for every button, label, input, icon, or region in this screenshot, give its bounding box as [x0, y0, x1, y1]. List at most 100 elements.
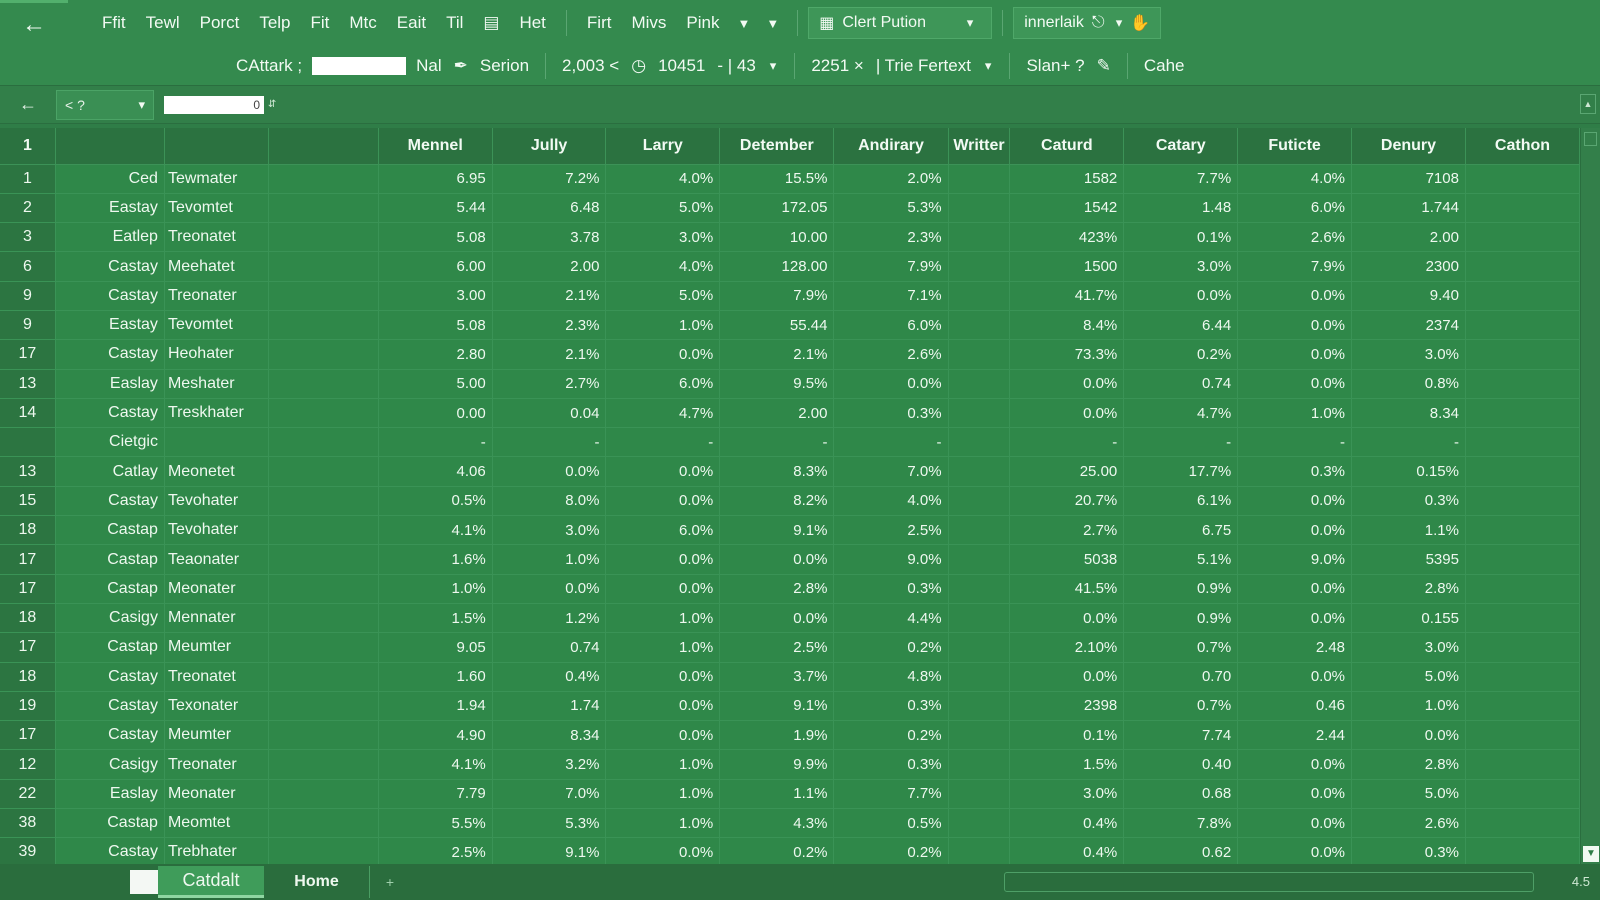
cell-empty[interactable] — [268, 515, 379, 546]
cell-empty[interactable] — [268, 632, 379, 663]
cell-value[interactable]: 5.08 — [378, 310, 493, 341]
cell-empty[interactable] — [268, 251, 379, 282]
cell-name[interactable]: Meumter — [164, 720, 269, 751]
cell-value[interactable]: - — [1351, 427, 1466, 458]
cell-value[interactable]: 1.0% — [605, 779, 721, 810]
cell-value[interactable]: 0.15% — [1351, 456, 1466, 487]
menu-item-het[interactable]: Het — [509, 13, 555, 33]
cell-value[interactable]: 0.0% — [605, 691, 721, 722]
row-header[interactable]: 1 — [0, 164, 56, 194]
cell-value[interactable]: 1.0% — [1237, 398, 1353, 429]
cell-value[interactable] — [1465, 515, 1580, 546]
cell-value[interactable]: 2.48 — [1237, 632, 1353, 663]
cell-value[interactable]: 6.0% — [1237, 193, 1353, 224]
chevron-down-icon[interactable]: ▼ — [730, 16, 759, 31]
cell-value[interactable]: 2.00 — [492, 251, 607, 282]
back-arrow-icon[interactable]: ← — [0, 0, 68, 46]
cell-value[interactable]: 7.9% — [1237, 251, 1353, 282]
cell-value[interactable]: 2.6% — [1237, 222, 1353, 253]
cell-value[interactable]: 0.3% — [833, 691, 949, 722]
cell-value[interactable]: 2.5% — [378, 837, 493, 864]
cell-value[interactable]: 2300 — [1351, 251, 1466, 282]
column-header-writter[interactable]: Writter — [948, 128, 1011, 165]
cell-value[interactable]: 0.0% — [1237, 310, 1353, 341]
cell-value[interactable]: 3.0% — [1351, 339, 1466, 370]
cell-name[interactable]: Meehatet — [164, 251, 269, 282]
cell-empty[interactable] — [268, 281, 379, 311]
cell-value[interactable]: 3.0% — [1351, 632, 1466, 663]
cell-value[interactable]: 2.00 — [1351, 222, 1466, 253]
cell-value[interactable]: 1.0% — [605, 749, 721, 780]
cell-category[interactable]: Castay — [55, 281, 165, 311]
cell-value[interactable] — [948, 691, 1011, 722]
cell-value[interactable]: 3.2% — [492, 749, 607, 780]
chevron-down-icon[interactable]: ▾ — [977, 58, 1000, 74]
cell-value[interactable]: 9.1% — [719, 691, 835, 722]
cell-name[interactable]: Meshater — [164, 369, 269, 399]
cell-value[interactable]: 1.1% — [1351, 515, 1466, 546]
menu-item-mtc[interactable]: Mtc — [339, 13, 386, 33]
cell-value[interactable]: 3.0% — [605, 222, 721, 253]
menu-item-porct[interactable]: Porct — [190, 13, 250, 33]
cell-value[interactable]: 7.2% — [492, 164, 607, 194]
cell-value[interactable]: 73.3% — [1009, 339, 1125, 370]
cell-value[interactable] — [1465, 603, 1580, 634]
cell-value[interactable]: 4.7% — [605, 398, 721, 429]
cell-value[interactable]: 1.9% — [719, 720, 835, 751]
column-header-jully[interactable]: Jully — [492, 128, 607, 165]
cell-value[interactable] — [1465, 281, 1580, 311]
cell-value[interactable] — [948, 837, 1011, 864]
cell-value[interactable]: 0.0% — [492, 456, 607, 487]
row-header[interactable]: 19 — [0, 691, 56, 722]
cell-value[interactable]: 0.0% — [1237, 339, 1353, 370]
cell-value[interactable] — [948, 369, 1011, 399]
column-header-andirary[interactable]: Andirary — [833, 128, 949, 165]
cell-name[interactable]: Meumter — [164, 632, 269, 663]
cell-value[interactable]: 4.0% — [833, 486, 949, 517]
cell-value[interactable]: 25.00 — [1009, 456, 1125, 487]
cell-value[interactable]: 2.00 — [719, 398, 835, 429]
pencil-icon[interactable]: ✒ — [448, 56, 474, 76]
column-header-futicte[interactable]: Futicte — [1237, 128, 1353, 165]
cell-value[interactable]: 7108 — [1351, 164, 1466, 194]
cell-empty[interactable] — [268, 749, 379, 780]
cell-category[interactable]: Catlay — [55, 456, 165, 487]
scroll-thumb[interactable] — [1584, 132, 1597, 146]
cell-value[interactable]: 0.4% — [1009, 808, 1125, 839]
column-header-mennel[interactable]: Mennel — [378, 128, 493, 165]
cell-value[interactable]: 0.70 — [1123, 662, 1239, 692]
insert-dropdown[interactable]: innerlaik ⎋ ▾ ✋ — [1013, 7, 1162, 39]
cell-name[interactable]: Treonatet — [164, 662, 269, 692]
cell-value[interactable]: 7.74 — [1123, 720, 1239, 751]
cell-value[interactable]: 9.5% — [719, 369, 835, 399]
cell-value[interactable] — [1465, 193, 1580, 224]
cell-value[interactable]: 2.1% — [492, 281, 607, 311]
cell-value[interactable]: 2.6% — [833, 339, 949, 370]
cell-value[interactable] — [948, 515, 1011, 546]
cell-value[interactable]: 0.04 — [492, 398, 607, 429]
cell-value[interactable]: 0.0% — [1237, 369, 1353, 399]
cell-name[interactable]: Tewmater — [164, 164, 269, 194]
cell-value[interactable]: 5.5% — [378, 808, 493, 839]
cell-value[interactable]: 7.0% — [833, 456, 949, 487]
row-header[interactable]: 13 — [0, 456, 56, 487]
row-header[interactable]: 15 — [0, 486, 56, 517]
cell-value[interactable]: 0.0% — [605, 574, 721, 604]
column-header-cathon[interactable]: Cathon — [1465, 128, 1580, 165]
cell-category[interactable]: Casigy — [55, 749, 165, 780]
row-header[interactable]: 18 — [0, 662, 56, 692]
cell-value[interactable] — [1465, 544, 1580, 575]
cell-value[interactable] — [1465, 720, 1580, 751]
cell-value[interactable]: 2.8% — [1351, 749, 1466, 780]
cell-value[interactable] — [1465, 779, 1580, 810]
cell-value[interactable] — [948, 310, 1011, 341]
cell-empty[interactable] — [268, 720, 379, 751]
cell-value[interactable]: - — [833, 427, 949, 458]
cell-value[interactable]: 9.05 — [378, 632, 493, 663]
menu-item-fit[interactable]: Fit — [301, 13, 340, 33]
cell-value[interactable]: 0.3% — [833, 398, 949, 429]
multiplier-field[interactable]: 2251 × — [805, 56, 869, 76]
cell-value[interactable] — [1465, 222, 1580, 253]
cell-value[interactable]: 4.06 — [378, 456, 493, 487]
cell-value[interactable]: - — [1237, 427, 1353, 458]
